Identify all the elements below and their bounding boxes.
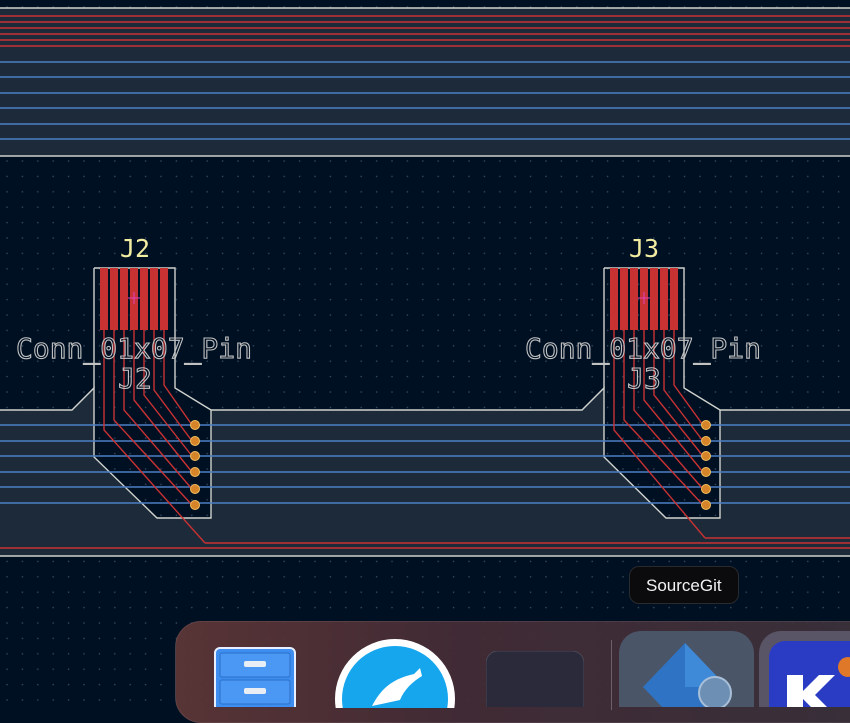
j3-reference-label: J3	[629, 234, 659, 263]
j3-value-label: Conn_01x07_Pin	[525, 332, 761, 366]
sourcegit-icon[interactable]	[619, 631, 754, 723]
top-board-region	[0, 7, 850, 157]
j2-fab-reference-label: J2	[118, 362, 152, 395]
j2-value-label: Conn_01x07_Pin	[16, 332, 252, 366]
j2-reference-label: J2	[120, 234, 150, 263]
j3-fab-reference-label: J3	[627, 362, 661, 395]
dark-app-icon[interactable]	[485, 650, 585, 723]
dock-tooltip: SourceGit	[629, 566, 739, 604]
kiwi-bird-icon[interactable]	[334, 638, 456, 723]
kicad-icon[interactable]	[759, 631, 850, 723]
dock-separator	[611, 640, 612, 710]
finder-files-icon[interactable]	[214, 647, 296, 723]
